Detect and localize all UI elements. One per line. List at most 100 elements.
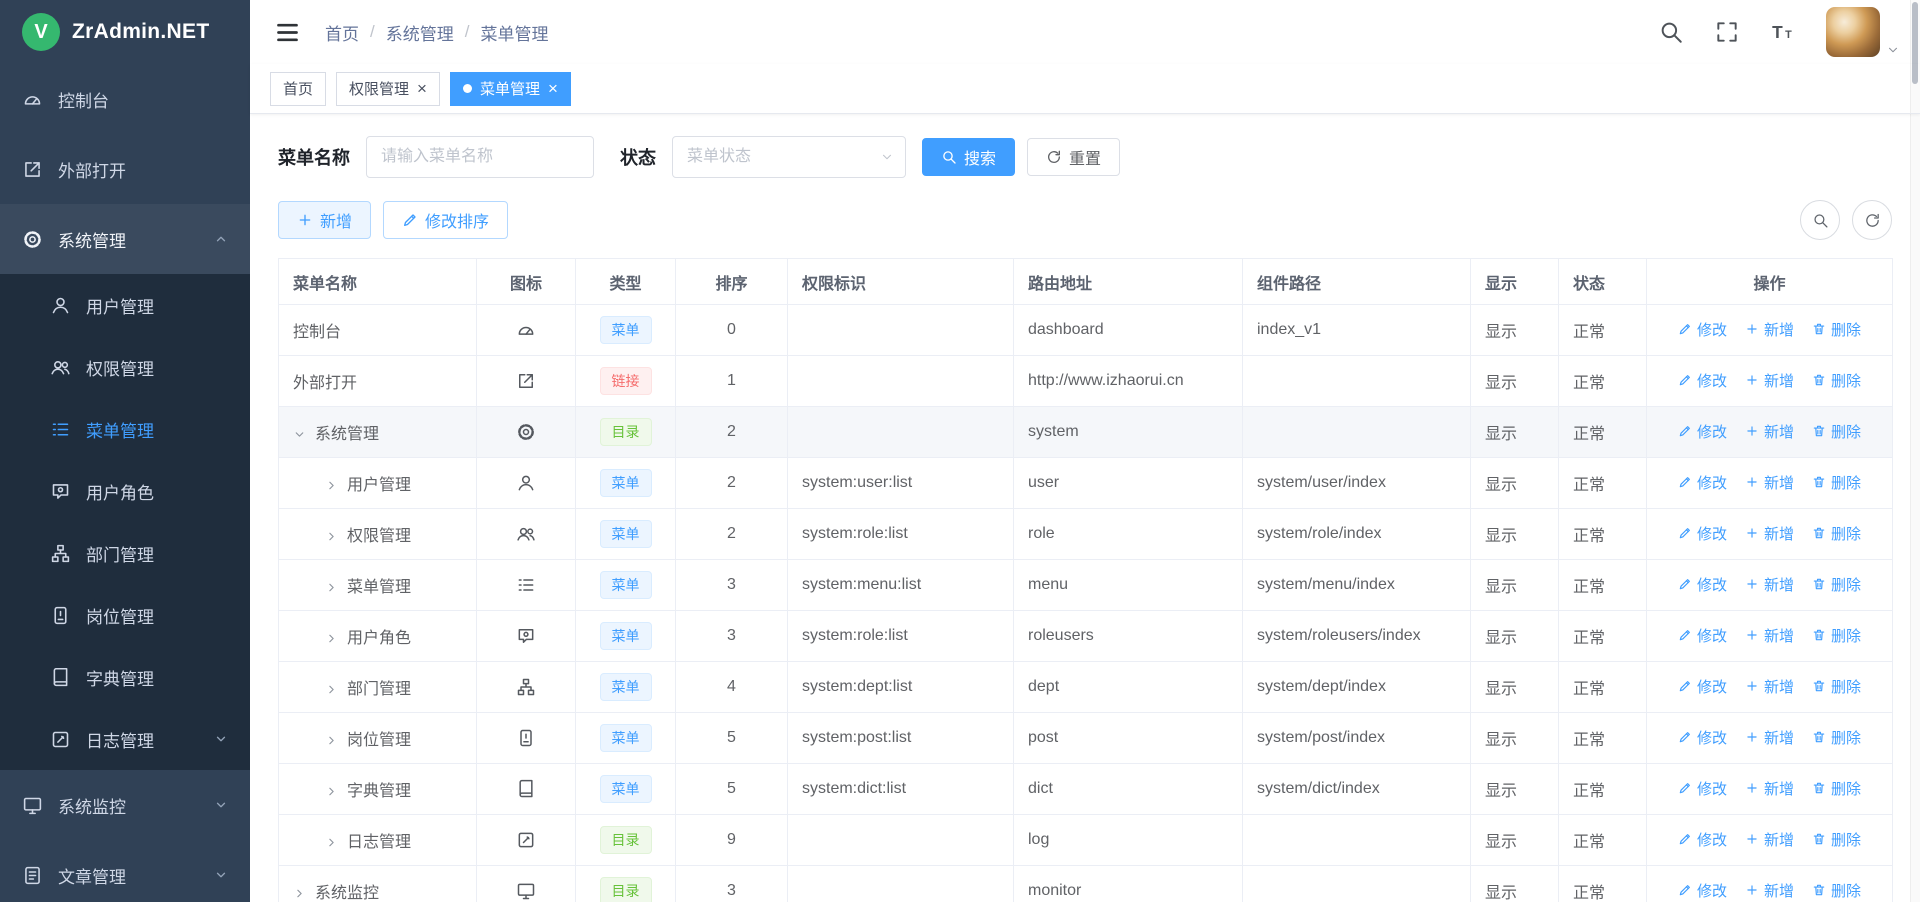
- add-link[interactable]: 新增: [1745, 829, 1794, 850]
- chevron-right-icon[interactable]: [325, 836, 338, 849]
- add-link[interactable]: 新增: [1745, 778, 1794, 799]
- edit-link[interactable]: 修改: [1678, 727, 1727, 748]
- edit-link[interactable]: 修改: [1678, 523, 1727, 544]
- search-icon[interactable]: [1658, 19, 1684, 45]
- add-button[interactable]: 新增: [278, 201, 371, 239]
- chevron-right-icon[interactable]: [325, 683, 338, 696]
- chevron-right-icon[interactable]: [325, 632, 338, 645]
- edit-link[interactable]: 修改: [1678, 880, 1727, 901]
- sidebar-item-roleusers[interactable]: 用户角色: [0, 460, 250, 522]
- table-cell: 部门管理: [279, 662, 477, 713]
- search-icon: [1812, 212, 1829, 229]
- del-link[interactable]: 删除: [1812, 625, 1861, 646]
- table-cell: 显示: [1471, 458, 1559, 509]
- del-link[interactable]: 删除: [1812, 727, 1861, 748]
- sidebar-item-label: 系统监控: [58, 793, 126, 818]
- close-tab-icon[interactable]: ×: [417, 80, 427, 97]
- table-cell: [1243, 866, 1471, 902]
- add-link[interactable]: 新增: [1745, 676, 1794, 697]
- del-link[interactable]: 删除: [1812, 880, 1861, 901]
- del-link[interactable]: 删除: [1812, 370, 1861, 391]
- table-cell: [477, 407, 576, 458]
- chevron-right-icon[interactable]: [325, 581, 338, 594]
- table-cell: 显示: [1471, 764, 1559, 815]
- status-label: 状态: [620, 144, 656, 170]
- status-select-input[interactable]: [672, 136, 906, 178]
- chevron-right-icon[interactable]: [325, 734, 338, 747]
- sort-button[interactable]: 修改排序: [383, 201, 508, 239]
- sidebar-item-post[interactable]: 岗位管理: [0, 584, 250, 646]
- del-link[interactable]: 删除: [1812, 778, 1861, 799]
- sidebar-item-user[interactable]: 用户管理: [0, 274, 250, 336]
- table-cell: [477, 509, 576, 560]
- sidebar-item-dashboard[interactable]: 控制台: [0, 64, 250, 134]
- tab-role[interactable]: 权限管理×: [336, 72, 440, 106]
- edit-link[interactable]: 修改: [1678, 319, 1727, 340]
- table-search-button[interactable]: [1800, 200, 1840, 240]
- chevron-down-icon[interactable]: [1886, 43, 1900, 57]
- menu-name-input[interactable]: [366, 136, 594, 178]
- add-link[interactable]: 新增: [1745, 370, 1794, 391]
- del-link[interactable]: 删除: [1812, 421, 1861, 442]
- del-link[interactable]: 删除: [1812, 676, 1861, 697]
- route-value: http://www.izhaorui.cn: [1028, 372, 1184, 389]
- sidebar-item-external[interactable]: 外部打开: [0, 134, 250, 204]
- breadcrumb-item[interactable]: 首页: [325, 20, 359, 45]
- app-logo[interactable]: V ZrAdmin.NET: [0, 0, 250, 64]
- add-link[interactable]: 新增: [1745, 523, 1794, 544]
- edit-link[interactable]: 修改: [1678, 829, 1727, 850]
- add-link[interactable]: 新增: [1745, 880, 1794, 901]
- edit-link[interactable]: 修改: [1678, 421, 1727, 442]
- table-row: 部门管理菜单4system:dept:listdeptsystem/dept/i…: [279, 662, 1893, 713]
- sidebar-item-system[interactable]: 系统管理: [0, 204, 250, 274]
- fullscreen-icon[interactable]: [1714, 19, 1740, 45]
- add-link[interactable]: 新增: [1745, 727, 1794, 748]
- collapse-sidebar-icon[interactable]: [274, 19, 301, 46]
- sidebar-item-role[interactable]: 权限管理: [0, 336, 250, 398]
- edit-icon: [1678, 526, 1692, 540]
- chevron-right-icon[interactable]: [325, 785, 338, 798]
- close-tab-icon[interactable]: ×: [548, 80, 558, 97]
- edit-link[interactable]: 修改: [1678, 574, 1727, 595]
- edit-link[interactable]: 修改: [1678, 778, 1727, 799]
- sidebar-item-dept[interactable]: 部门管理: [0, 522, 250, 584]
- page-scrollbar[interactable]: [1910, 0, 1920, 902]
- reset-button[interactable]: 重置: [1027, 138, 1120, 176]
- chevron-right-icon[interactable]: [325, 530, 338, 543]
- add-link[interactable]: 新增: [1745, 625, 1794, 646]
- chat-user-icon: [50, 481, 71, 502]
- del-link[interactable]: 删除: [1812, 472, 1861, 493]
- search-button[interactable]: 搜索: [922, 138, 1015, 176]
- breadcrumb-item[interactable]: 系统管理: [386, 20, 454, 45]
- add-link-label: 新增: [1764, 370, 1794, 391]
- sidebar-item-monitor[interactable]: 系统监控: [0, 770, 250, 840]
- edit-link[interactable]: 修改: [1678, 370, 1727, 391]
- table-cell: 1: [676, 356, 788, 407]
- chevron-right-icon[interactable]: [293, 887, 306, 900]
- plus-icon: [1745, 526, 1759, 540]
- edit-link[interactable]: 修改: [1678, 676, 1727, 697]
- add-link[interactable]: 新增: [1745, 574, 1794, 595]
- edit-link[interactable]: 修改: [1678, 625, 1727, 646]
- add-link[interactable]: 新增: [1745, 421, 1794, 442]
- avatar[interactable]: [1826, 7, 1880, 57]
- edit-link[interactable]: 修改: [1678, 472, 1727, 493]
- sidebar-item-menu[interactable]: 菜单管理: [0, 398, 250, 460]
- del-link[interactable]: 删除: [1812, 319, 1861, 340]
- tab-menu[interactable]: 菜单管理×: [450, 72, 571, 106]
- add-link[interactable]: 新增: [1745, 472, 1794, 493]
- add-link[interactable]: 新增: [1745, 319, 1794, 340]
- chevron-right-icon[interactable]: [325, 479, 338, 492]
- font-size-icon[interactable]: [1770, 19, 1796, 45]
- sidebar-item-article[interactable]: 文章管理: [0, 840, 250, 902]
- sidebar-item-dict[interactable]: 字典管理: [0, 646, 250, 708]
- del-link[interactable]: 删除: [1812, 574, 1861, 595]
- del-link[interactable]: 删除: [1812, 829, 1861, 850]
- table-refresh-button[interactable]: [1852, 200, 1892, 240]
- chevron-down-icon[interactable]: [293, 428, 306, 441]
- tab-home[interactable]: 首页: [270, 72, 326, 106]
- table-cell: 显示: [1471, 662, 1559, 713]
- status-select[interactable]: [672, 136, 906, 178]
- sidebar-item-log[interactable]: 日志管理: [0, 708, 250, 770]
- del-link[interactable]: 删除: [1812, 523, 1861, 544]
